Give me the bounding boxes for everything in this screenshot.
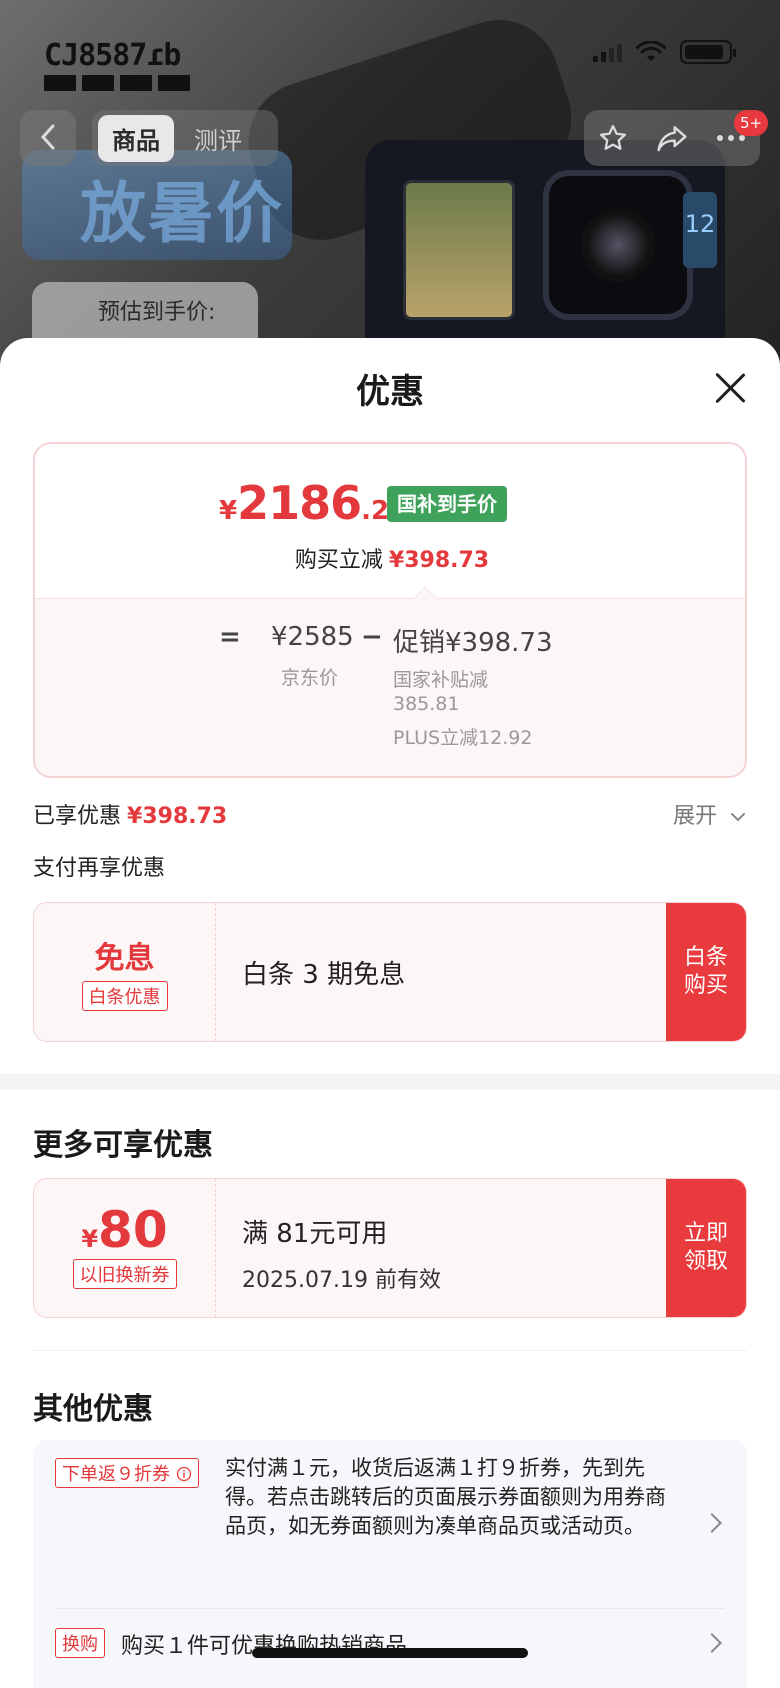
baitiao-buy-label: 白条 购买 — [683, 945, 728, 998]
chevron-right-icon — [702, 1633, 722, 1653]
status-bar-icons — [593, 40, 736, 64]
jd-price-label: 京东价 — [281, 667, 339, 689]
buy-reduce-line: 购买立减 ¥398.73 — [294, 548, 490, 573]
final-price: ¥2186.27 — [219, 476, 408, 530]
share-icon[interactable] — [656, 123, 688, 153]
other-item-rebate[interactable]: 下单返９折券 实付满１元，收货后返满１打９折券，先到先得。若点击跳转后的页面展示… — [33, 1440, 747, 1608]
star-icon[interactable] — [598, 123, 628, 153]
minus-sign: − — [361, 622, 383, 652]
camera-lens — [543, 170, 693, 320]
subsidy-price-tag: 国补到手价 — [387, 486, 507, 522]
chevron-down-icon — [731, 813, 745, 822]
tab-review[interactable]: 测评 — [180, 115, 256, 162]
trade-in-coupon: ¥80 以旧换新券 满 81元可用 2025.07.19 前有效 立即 领取 — [33, 1178, 747, 1318]
product-camera-image: 12 — [365, 140, 725, 360]
national-subsidy-label: 国家补贴减 — [393, 669, 489, 691]
other-item-exchange[interactable]: 换购 购买１件可优惠换购热销商品 — [33, 1608, 747, 1678]
sheet-title: 优惠 — [356, 372, 424, 412]
close-icon[interactable] — [710, 368, 750, 408]
baitiao-desc: 白条 3 期免息 — [242, 959, 406, 990]
promo-banner-text: 放暑价 — [80, 174, 284, 252]
equals-sign: = — [219, 622, 241, 652]
baitiao-tag: 白条优惠 — [81, 981, 168, 1011]
trade-in-amount: ¥80 — [81, 1201, 168, 1259]
baitiao-coupon-left: 免息 白条优惠 — [34, 903, 216, 1041]
tab-product[interactable]: 商品 — [98, 114, 174, 162]
other-discounts-title: 其他优惠 — [33, 1392, 153, 1427]
trade-in-coupon-left: ¥80 以旧换新券 — [34, 1179, 216, 1317]
jd-price: ¥2585 — [271, 622, 354, 652]
signal-icon — [593, 42, 622, 62]
price-breakdown-card: ¥2186.27 国补到手价 购买立减 ¥398.73 = ¥2585 − 促销¥… — [33, 442, 747, 778]
product-tabs: 商品 测评 — [92, 110, 278, 166]
trade-in-condition: 满 81元可用 — [242, 1219, 388, 1249]
battery-icon — [680, 40, 736, 64]
back-button[interactable] — [20, 110, 76, 166]
baitiao-title: 免息 — [94, 941, 155, 976]
section-divider — [0, 1074, 780, 1090]
discount-sheet: 优惠 ¥2186.27 国补到手价 购买立减 ¥398.73 = ¥2585 − … — [0, 338, 780, 1688]
claim-coupon-label: 立即 领取 — [683, 1221, 728, 1274]
pay-more-label: 支付再享优惠 — [33, 856, 166, 881]
expand-button[interactable]: 展开 — [673, 798, 746, 830]
claim-coupon-button[interactable]: 立即 领取 — [666, 1179, 746, 1317]
national-subsidy-value: 385.81 — [393, 693, 460, 715]
trade-in-desc-area: 满 81元可用 2025.07.19 前有效 — [242, 1179, 441, 1317]
more-discounts-title: 更多可享优惠 — [33, 1128, 213, 1163]
rebate-tag: 下单返９折券 — [55, 1458, 199, 1488]
baitiao-desc-area: 白条 3 期免息 — [242, 903, 405, 1041]
plus-discount-label: PLUS立减12.92 — [393, 727, 533, 749]
status-carrier-logo: CJ8587ɾb — [44, 38, 194, 91]
estimate-price-label: 预估到手价: — [98, 300, 216, 325]
info-icon — [176, 1466, 191, 1482]
exchange-tag: 换购 — [55, 1628, 105, 1658]
price-breakdown-detail — [35, 598, 745, 776]
trade-in-tag: 以旧换新券 — [72, 1259, 177, 1289]
chevron-right-icon — [702, 1513, 722, 1533]
baitiao-coupon: 免息 白条优惠 白条 3 期免息 白条 购买 — [33, 902, 747, 1042]
message-count-badge: 5+ — [734, 110, 769, 136]
home-indicator[interactable] — [252, 1648, 528, 1658]
trade-in-expiry: 2025.07.19 前有效 — [242, 1268, 441, 1293]
chevron-left-icon — [40, 124, 55, 150]
wifi-icon — [636, 41, 666, 61]
camera-screen — [403, 180, 515, 320]
rebate-desc: 实付满１元，收货后返满１打９折券，先到先得。若点击跳转后的页面展示券面额则为用券… — [225, 1456, 666, 1538]
baitiao-buy-button[interactable]: 白条 购买 — [666, 903, 746, 1041]
promo-amount: 促销¥398.73 — [393, 628, 553, 658]
camera-model-badge: 12 — [683, 192, 717, 268]
thin-divider — [33, 1350, 747, 1351]
enjoyed-discount: 已享优惠 ¥398.73 — [33, 804, 228, 829]
